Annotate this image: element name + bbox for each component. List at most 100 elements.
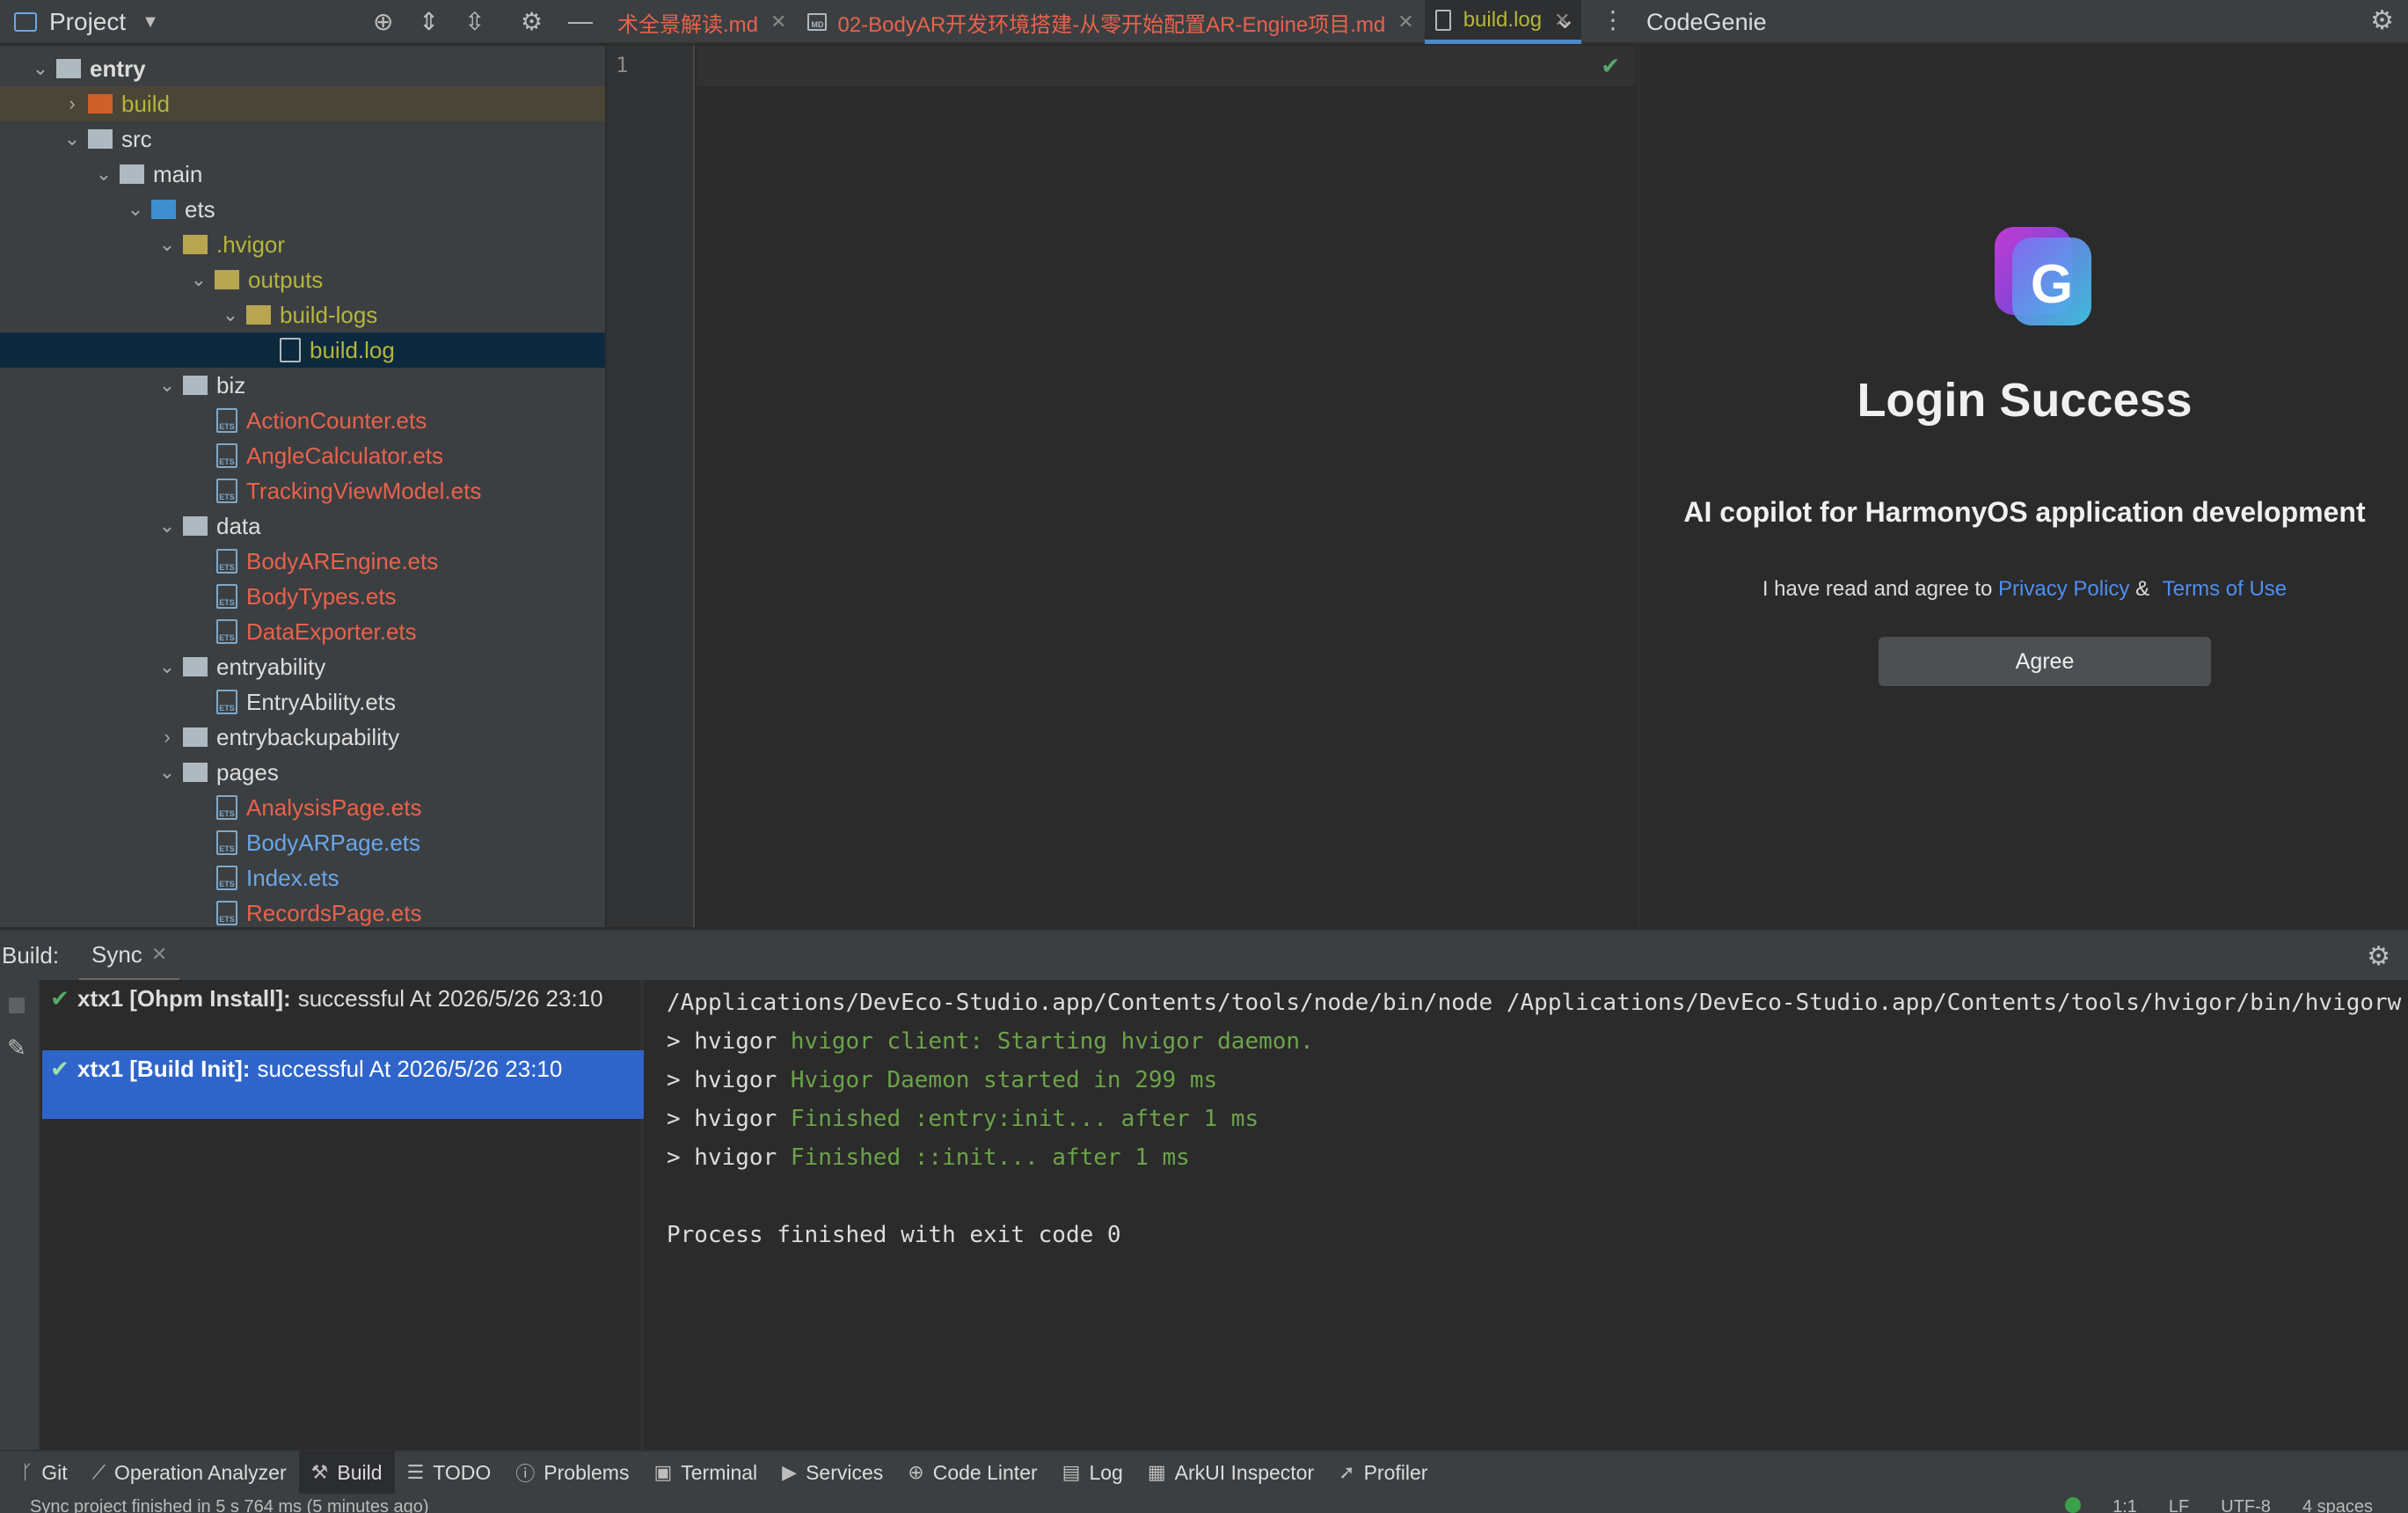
tree-folder-item[interactable]: ⌄ .hvigor xyxy=(0,227,605,262)
expand-all-icon[interactable]: ⇕ xyxy=(419,7,439,36)
tree-file-item[interactable]: ETS BodyTypes.ets xyxy=(0,579,605,614)
tree-file-item[interactable]: ETS BodyARPage.ets xyxy=(0,825,605,860)
build-console-output[interactable]: /Applications/DevEco-Studio.app/Contents… xyxy=(647,980,2408,1450)
tree-file-item[interactable]: ETS RecordsPage.ets xyxy=(0,895,605,927)
locate-icon[interactable]: ⊕ xyxy=(373,7,393,36)
status-message[interactable]: Sync project finished in 5 s 764 ms (5 m… xyxy=(30,1497,429,1513)
privacy-policy-link[interactable]: Privacy Policy xyxy=(1998,577,2129,601)
tree-file-item[interactable]: ETS AngleCalculator.ets xyxy=(0,438,605,473)
terms-of-use-link[interactable]: Terms of Use xyxy=(2163,577,2287,601)
chevron-down-icon[interactable]: ⌄ xyxy=(155,374,179,397)
chevron-right-icon[interactable]: › xyxy=(60,92,84,115)
chevron-down-icon[interactable]: ⌄ xyxy=(123,198,148,221)
tree-file-item[interactable]: ETS Index.ets xyxy=(0,860,605,895)
tab-sync[interactable]: Sync ✕ xyxy=(79,931,180,982)
file-encoding[interactable]: UTF-8 xyxy=(2221,1497,2271,1513)
chevron-down-icon[interactable]: ▼ xyxy=(142,12,159,33)
chevron-down-icon[interactable]: ⌄ xyxy=(155,761,179,784)
tree-folder-item[interactable]: ⌄ entryability xyxy=(0,649,605,684)
cursor-position[interactable]: 1:1 xyxy=(2112,1497,2137,1513)
tool-button-arkui-inspector[interactable]: ▦ ArkUI Inspector xyxy=(1135,1451,1326,1495)
close-icon[interactable]: ✕ xyxy=(1397,11,1413,33)
console-text: Finished ::init... after 1 ms xyxy=(790,1144,1190,1171)
tool-button-todo[interactable]: ☰ TODO xyxy=(395,1451,504,1495)
tree-folder-item[interactable]: › build xyxy=(0,86,605,121)
build-result-row[interactable]: ✔ xtx1 [Build Init]: successful At 2026/5/… xyxy=(42,1050,644,1119)
tree-file-item[interactable]: ETS DataExporter.ets xyxy=(0,614,605,649)
tool-button-build[interactable]: ⚒ Build xyxy=(298,1451,395,1495)
codegenie-panel: G Login Success AI copilot for HarmonyOS… xyxy=(1638,46,2408,927)
ets-file-icon: ETS xyxy=(216,690,237,714)
chevron-down-icon[interactable]: ⌄ xyxy=(28,57,53,80)
tree-folder-item[interactable]: ⌄ outputs xyxy=(0,262,605,297)
chevron-down-icon[interactable]: ⌄ xyxy=(60,128,84,150)
tree-file-item[interactable]: ETS ActionCounter.ets xyxy=(0,403,605,438)
build-results-tree: ✔ xtx1 [Ohpm Install]: successful At 2026/… xyxy=(42,980,644,1450)
gear-icon[interactable]: ⚙ xyxy=(2367,941,2390,972)
collapse-all-icon[interactable]: ⇳ xyxy=(464,7,485,36)
agree-button[interactable]: Agree xyxy=(1879,637,2211,686)
tool-button-log[interactable]: ▤ Log xyxy=(1050,1451,1135,1495)
gear-icon[interactable]: ⚙ xyxy=(521,7,543,36)
console-line: > hvigor hvigor client: Starting hvigor … xyxy=(667,1022,2408,1061)
tree-folder-item[interactable]: ⌄ pages xyxy=(0,755,605,790)
pin-icon[interactable]: ✎ xyxy=(7,1034,26,1062)
chevron-down-icon[interactable]: ⌄ xyxy=(218,303,243,326)
line-ending[interactable]: LF xyxy=(2169,1497,2189,1513)
chevron-right-icon[interactable]: › xyxy=(155,726,179,749)
close-icon[interactable]: ✕ xyxy=(151,943,167,966)
chevron-down-icon[interactable]: ⌄ xyxy=(155,655,179,678)
tool-button-operation-analyzer[interactable]: ⟋ Operation Analyzer xyxy=(80,1451,299,1495)
tab-label: build.log xyxy=(1463,7,1543,32)
tree-item-label: entryability xyxy=(216,653,326,680)
close-icon[interactable]: ✕ xyxy=(770,11,786,33)
check-icon[interactable]: ✔ xyxy=(1601,53,1620,80)
chevron-down-icon[interactable]: ⌄ xyxy=(91,163,116,186)
tool-button-problems[interactable]: ⓘ Problems xyxy=(503,1451,641,1495)
stop-icon[interactable] xyxy=(9,998,25,1013)
chevron-down-icon[interactable]: ⌄ xyxy=(155,515,179,537)
tool-button-code-linter[interactable]: ⊕ Code Linter xyxy=(895,1451,1049,1495)
build-result-row[interactable]: ✔ xtx1 [Ohpm Install]: successful At 2026/… xyxy=(42,980,644,1049)
tree-item-label: entrybackupability xyxy=(216,723,400,750)
tool-button-label: Log xyxy=(1089,1460,1123,1484)
check-icon: ✔ xyxy=(50,985,69,1012)
tree-file-item[interactable]: ETS TrackingViewModel.ets xyxy=(0,473,605,508)
tree-folder-item[interactable]: ⌄ main xyxy=(0,157,605,192)
indent-setting[interactable]: 4 spaces xyxy=(2302,1497,2373,1513)
project-panel-title[interactable]: Project xyxy=(49,8,126,36)
gear-icon[interactable]: ⚙ xyxy=(2370,5,2394,36)
tree-folder-item[interactable]: ⌄ ets xyxy=(0,192,605,227)
chevron-down-icon[interactable]: ⌄ xyxy=(186,268,211,291)
build-panel-header: Build: Sync ✕ ⚙ xyxy=(0,929,2408,982)
tool-button-label: Code Linter xyxy=(932,1460,1038,1484)
tree-folder-item[interactable]: ⌄ entry xyxy=(0,51,605,86)
tree-folder-item[interactable]: › entrybackupability xyxy=(0,720,605,755)
more-options-icon[interactable]: ⋮ xyxy=(1601,5,1625,34)
tree-folder-item[interactable]: ⌄ src xyxy=(0,121,605,157)
tree-file-item[interactable]: ETS AnalysisPage.ets xyxy=(0,790,605,825)
tool-button-services[interactable]: ▶ Services xyxy=(770,1451,895,1495)
tree-item-label: build-logs xyxy=(280,301,378,328)
chevron-down-icon[interactable]: ⌄ xyxy=(155,233,179,256)
tool-button-profiler[interactable]: ➚ Profiler xyxy=(1326,1451,1440,1495)
minimize-icon[interactable]: — xyxy=(568,7,593,35)
tool-button-label: Profiler xyxy=(1363,1460,1428,1484)
tool-button-terminal[interactable]: ▣ Terminal xyxy=(641,1451,770,1495)
tree-file-item[interactable]: build.log xyxy=(0,333,605,368)
tree-file-item[interactable]: ETS EntryAbility.ets xyxy=(0,684,605,720)
tree-folder-item[interactable]: ⌄ data xyxy=(0,508,605,544)
code-editor[interactable]: 1 ✔ xyxy=(607,46,1636,927)
tool-button-git[interactable]: ᚴ Git xyxy=(9,1451,80,1495)
editor-tab[interactable]: 术全景解读.md ✕ xyxy=(607,0,797,44)
status-right: 1:1 LF UTF-8 4 spaces xyxy=(2065,1497,2373,1513)
tool-button-label: Services xyxy=(806,1460,884,1484)
folder-icon xyxy=(56,59,81,78)
codegenie-header: CodeGenie ⚙ xyxy=(1638,0,2408,44)
chevron-down-icon[interactable]: ⌄ xyxy=(1553,2,1577,35)
tree-folder-item[interactable]: ⌄ biz xyxy=(0,368,605,403)
tree-folder-item[interactable]: ⌄ build-logs xyxy=(0,297,605,333)
tree-file-item[interactable]: ETS BodyAREngine.ets xyxy=(0,544,605,579)
editor-tab[interactable]: MD 02-BodyAR开发环境搭建-从零开始配置AR-Engine项目.md ✕ xyxy=(797,0,1424,44)
tree-item-label: BodyARPage.ets xyxy=(246,829,421,856)
